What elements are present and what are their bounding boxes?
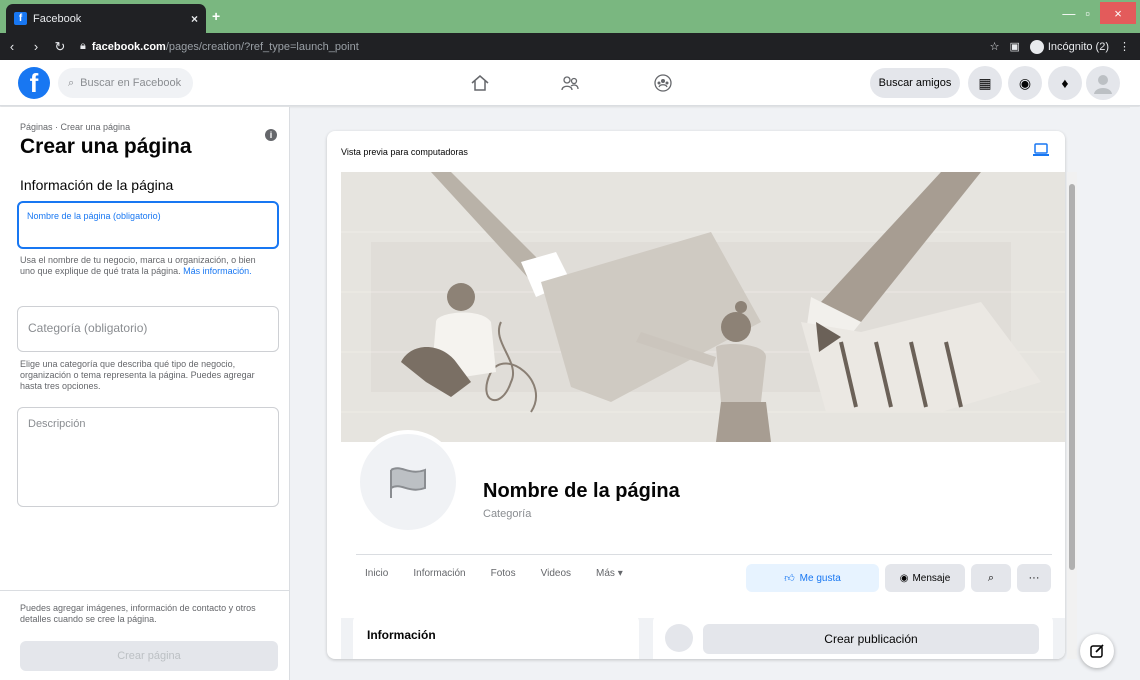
breadcrumb[interactable]: Páginas · Crear una página [20,122,130,132]
info-card-title: Información [367,628,436,642]
messenger-icon[interactable]: ◉ [1008,66,1042,100]
create-page-button[interactable]: Crear página [20,641,278,671]
section-title: Información de la página [20,177,174,193]
url-host: facebook.com [91,40,166,53]
forward-icon[interactable]: › [24,39,48,54]
desktop-preview-card: Vista previa para computadoras Nombre de… [327,131,1065,659]
search-icon: ⌕ [987,571,995,584]
description-input[interactable]: Descripción [17,407,279,507]
tab-inicio[interactable]: Inicio [365,568,388,579]
info-icon[interactable]: i [265,129,277,141]
flag-icon [390,467,426,498]
page-tabs: Inicio Información Fotos Videos Más ▾ [365,568,623,579]
create-post-card: Crear publicación [653,614,1053,659]
home-icon[interactable] [465,70,495,96]
window-controls: — ▫ × [1062,0,1140,26]
back-icon[interactable]: ‹ [0,39,24,54]
page-header: Nombre de la página Categoría Inicio Inf… [341,430,1065,618]
lock-icon: 🔒︎ [80,40,86,52]
facebook-logo-icon[interactable]: f [18,67,50,99]
post-avatar [665,624,693,652]
tab-mas[interactable]: Más ▾ [596,568,623,579]
search-icon: ⌕ [68,76,75,89]
more-info-link[interactable]: Más información. [183,266,252,276]
category-input[interactable]: Categoría (obligatorio) [17,306,279,352]
facebook-search-input[interactable]: ⌕ Buscar en Facebook [58,68,193,98]
new-message-button[interactable] [1080,634,1114,668]
bookmark-star-icon[interactable]: ☆ [990,40,1000,53]
divider [0,590,290,591]
url-field[interactable]: 🔒︎ facebook.com/pages/creation/?ref_type… [80,40,850,53]
preview-scrollbar-thumb[interactable] [1069,184,1075,570]
desktop-view-icon[interactable] [1033,143,1049,157]
url-path: /pages/creation/?ref_type=launch_point [165,40,359,53]
name-help-text: Usa el nombre de tu negocio, marca u org… [20,255,270,277]
facebook-topbar: f ⌕ Buscar en Facebook Buscar amigos ▦ ◉… [0,60,1140,106]
notifications-bell-icon[interactable]: ♦ [1048,66,1082,100]
browser-tab[interactable]: f Facebook × [6,4,206,33]
close-window-button[interactable]: × [1100,2,1136,24]
messenger-icon: ◉ [899,572,909,584]
incognito-icon [1029,39,1044,54]
preview-page-name: Nombre de la página [483,480,680,502]
preview-title: Vista previa para computadoras [341,147,468,157]
footer-note: Puedes agregar imágenes, información de … [20,603,256,624]
toolbar-right: ☆ ▣ Incógnito (2) ⋮ [990,39,1140,54]
address-bar: ‹ › ↻ 🔒︎ facebook.com/pages/creation/?re… [0,33,1140,60]
tab-videos[interactable]: Videos [541,568,571,579]
compose-icon [1090,644,1104,658]
tab-fotos[interactable]: Fotos [491,568,516,579]
browser-menu-icon[interactable]: ⋮ [1119,40,1130,53]
page-title: Crear una página [20,135,192,158]
create-post-button[interactable]: Crear publicación [703,624,1039,654]
browser-tab-strip: f Facebook × + — ▫ × [0,0,1140,33]
cover-illustration [341,172,1065,442]
friends-icon[interactable] [555,70,585,96]
create-page-panel: Páginas · Crear una página Crear una pág… [0,107,290,680]
like-button[interactable]: 👍︎ Me gusta [746,564,879,592]
account-avatar[interactable] [1086,66,1120,100]
find-friends-button[interactable]: Buscar amigos [870,68,960,98]
message-label: Mensaje [912,572,951,584]
reload-icon[interactable]: ↻ [48,39,72,55]
message-button[interactable]: ◉ Mensaje [885,564,965,592]
extensions-icon[interactable]: ▣ [1009,40,1019,53]
tab-close-icon[interactable]: × [191,12,198,26]
page-more-button[interactable]: ··· [1017,564,1051,592]
search-placeholder: Buscar en Facebook [80,77,182,89]
page-scrollbar[interactable] [1130,107,1140,680]
groups-icon[interactable] [648,70,678,96]
facebook-favicon-icon: f [14,12,27,25]
incognito-label: Incógnito (2) [1047,40,1109,53]
minimize-button[interactable]: — [1062,6,1075,21]
new-tab-button[interactable]: + [212,8,220,24]
maximize-button[interactable]: ▫ [1085,6,1090,21]
tab-informacion[interactable]: Información [413,568,465,579]
incognito-profile[interactable]: Incógnito (2) [1029,39,1109,54]
info-card: Información [353,614,639,659]
menu-grid-icon[interactable]: ▦ [968,66,1002,100]
page-search-button[interactable]: ⌕ [971,564,1011,592]
tab-title: Facebook [33,12,82,25]
category-help-text: Elige una categoría que describa qué tip… [20,359,255,391]
profile-picture-placeholder [356,430,460,534]
preview-category: Categoría [483,508,532,520]
page-name-input[interactable]: Nombre de la página (obligatorio) [17,201,279,249]
page-preview: Nombre de la página Categoría Inicio Inf… [341,172,1065,659]
tabs-divider [356,554,1052,555]
like-label: Me gusta [799,572,841,584]
thumbs-up-icon: 👍︎ [784,573,795,584]
